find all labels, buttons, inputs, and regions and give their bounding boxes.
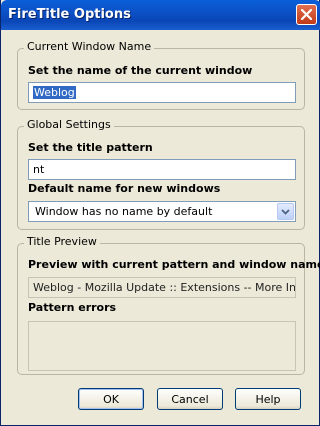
title-pattern-value: nt (33, 163, 45, 176)
options-dialog: FireTitle Options Current Window Name Se… (0, 0, 320, 426)
title-pattern-label: Set the title pattern (28, 141, 153, 154)
default-name-label: Default name for new windows (28, 182, 221, 195)
preview-value: Weblog - Mozilla Update :: Extensions --… (33, 281, 296, 294)
pattern-errors-box (28, 321, 296, 371)
global-settings-legend: Global Settings (24, 118, 114, 131)
window-name-label: Set the name of the current window (28, 64, 253, 77)
global-settings-group: Global Settings Set the title pattern nt… (17, 118, 305, 230)
title-pattern-input[interactable]: nt (28, 159, 296, 180)
help-button[interactable]: Help (235, 388, 301, 410)
current-window-legend: Current Window Name (24, 40, 155, 53)
preview-label: Preview with current pattern and window … (28, 258, 320, 271)
current-window-group: Current Window Name Set the name of the … (17, 40, 305, 110)
chevron-down-icon (281, 209, 290, 215)
default-name-selected: Window has no name by default (35, 205, 213, 218)
default-name-select[interactable]: Window has no name by default (28, 201, 296, 222)
preview-field: Weblog - Mozilla Update :: Extensions --… (28, 277, 296, 298)
window-name-input[interactable]: Weblog (28, 82, 296, 103)
window-title: FireTitle Options (8, 7, 131, 22)
close-icon (301, 9, 312, 20)
pattern-errors-label: Pattern errors (28, 301, 117, 314)
title-preview-group: Title Preview Preview with current patte… (17, 235, 320, 375)
title-bar[interactable]: FireTitle Options (1, 0, 320, 30)
title-preview-legend: Title Preview (24, 235, 100, 248)
dropdown-button[interactable] (277, 203, 294, 220)
window-name-value: Weblog (33, 86, 76, 99)
cancel-button[interactable]: Cancel (157, 388, 223, 410)
close-button[interactable] (296, 4, 317, 25)
ok-button[interactable]: OK (78, 388, 144, 410)
